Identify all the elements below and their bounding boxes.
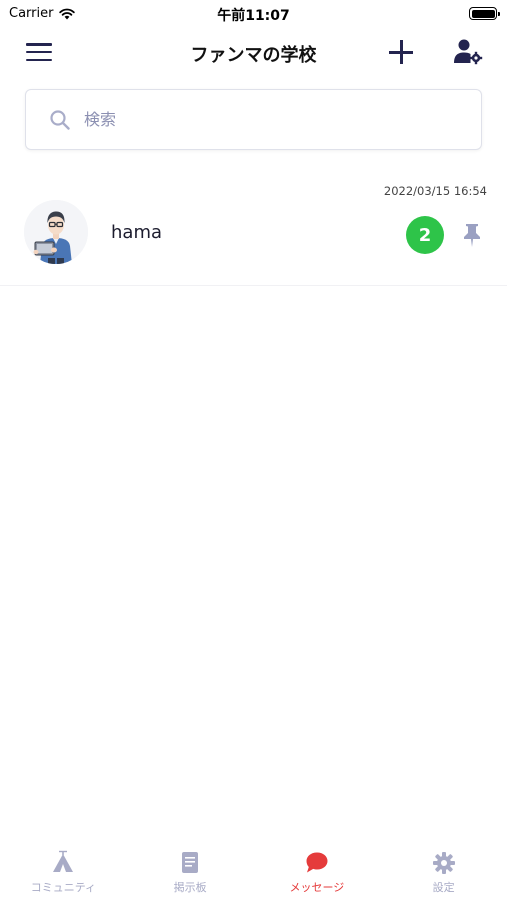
chat-bubble-icon <box>306 852 328 873</box>
page-title: ファンマの学校 <box>190 45 317 66</box>
messages-screen: Carrier 午前11:07 ファンマの学校 検索 2022/03/15 16… <box>0 0 507 900</box>
search-box <box>25 89 482 150</box>
tab-bar: コミュニティ 掲示板 メッセージ 設定 <box>0 838 507 900</box>
unread-count-badge: 2 <box>406 216 444 254</box>
gear-icon <box>432 852 455 874</box>
conversation-name: hama <box>111 222 163 243</box>
person-illustration <box>24 200 88 264</box>
tab-label-messages: メッセージ <box>289 881 345 894</box>
battery-level <box>471 9 495 18</box>
document-icon <box>182 852 199 873</box>
tab-label-community: コミュニティ <box>30 881 97 894</box>
status-time: 午前11:07 <box>217 8 290 24</box>
search-input[interactable] <box>84 110 434 129</box>
status-bar: Carrier 午前11:07 <box>0 0 507 30</box>
tab-settings[interactable]: 設定 <box>380 838 507 900</box>
avatar <box>24 200 88 264</box>
navigation-bar: ファンマの学校 <box>0 30 507 76</box>
conversation-row[interactable]: 2022/03/15 16:54 hama 2 <box>0 178 507 286</box>
conversation-timestamp: 2022/03/15 16:54 <box>383 184 487 198</box>
tab-label-settings: 設定 <box>432 881 455 894</box>
tab-community[interactable]: コミュニティ <box>0 838 127 900</box>
tab-board[interactable]: 掲示板 <box>127 838 254 900</box>
tab-label-board: 掲示板 <box>173 881 207 894</box>
battery-icon <box>469 7 500 20</box>
plus-icon[interactable] <box>388 39 414 65</box>
tent-icon <box>53 850 74 872</box>
pin-icon[interactable] <box>461 222 483 248</box>
user-gear-icon[interactable] <box>452 38 484 66</box>
search-icon <box>50 109 70 130</box>
tab-messages[interactable]: メッセージ <box>254 838 381 900</box>
